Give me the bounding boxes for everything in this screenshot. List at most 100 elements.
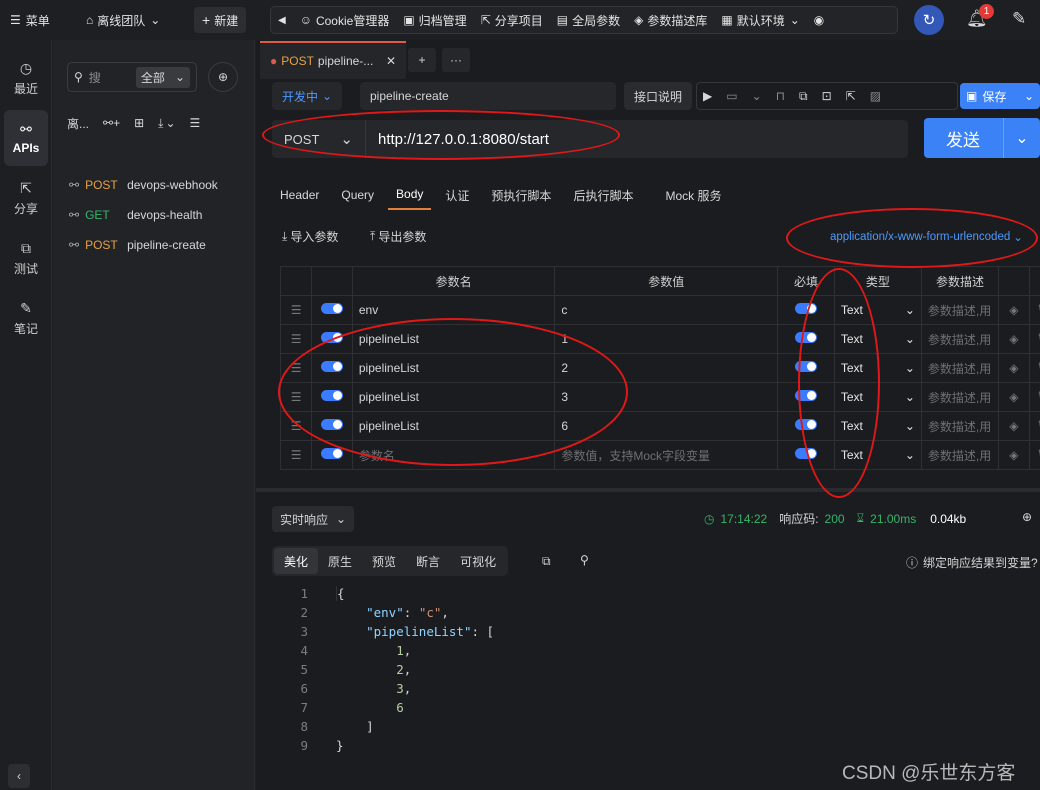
- enable-toggle[interactable]: [321, 332, 344, 343]
- panel-splitter[interactable]: [256, 488, 1040, 492]
- required-toggle[interactable]: [794, 361, 817, 372]
- tab-pipeline-create[interactable]: ● POST pipeline-... ✕: [260, 41, 406, 79]
- import-icon[interactable]: ⤓: [158, 116, 163, 131]
- drag-handle-icon[interactable]: ☰: [279, 324, 313, 354]
- sync-button[interactable]: ↻: [914, 5, 944, 35]
- tab-pre-script[interactable]: 预执行脚本: [483, 180, 559, 210]
- required-toggle[interactable]: [794, 448, 817, 459]
- type-selector[interactable]: Text ⌄: [833, 324, 922, 354]
- param-name-cell[interactable]: env: [351, 295, 556, 325]
- param-name-cell[interactable]: pipelineList: [351, 411, 556, 441]
- type-selector[interactable]: Text ⌄: [833, 440, 922, 470]
- bind-response-button[interactable]: ⓘ 绑定响应结果到变量?: [906, 554, 1038, 571]
- type-selector[interactable]: Text ⌄: [833, 295, 922, 325]
- param-desc-library-button[interactable]: ◈ 参数描述库: [627, 7, 714, 33]
- play-icon[interactable]: ▶: [703, 89, 712, 103]
- rail-item-recent[interactable]: ◷ 最近: [4, 50, 48, 106]
- snapshot-icon[interactable]: ▨: [870, 89, 881, 103]
- notification-button[interactable]: 🔔︎ 1: [966, 4, 994, 29]
- list-indent-icon[interactable]: ☰: [190, 116, 201, 130]
- export-icon[interactable]: ⇱: [846, 89, 856, 103]
- project-label[interactable]: 离...: [67, 115, 89, 132]
- trash-icon[interactable]: 🗑︎: [1028, 440, 1040, 470]
- notes-icon[interactable]: ✎: [1012, 9, 1026, 29]
- copy-icon[interactable]: ⧉: [799, 89, 808, 104]
- type-selector[interactable]: Text ⌄: [833, 382, 922, 412]
- add-api-icon[interactable]: ⚯+: [103, 116, 120, 130]
- search-input[interactable]: 搜: [89, 69, 113, 86]
- tab-query[interactable]: Query: [333, 180, 382, 210]
- collapse-left-icon[interactable]: ◀: [271, 7, 293, 33]
- drag-handle-icon[interactable]: ☰: [279, 382, 313, 412]
- enable-toggle[interactable]: [321, 448, 344, 459]
- param-desc-cell[interactable]: 参数描述,用: [920, 295, 1000, 325]
- param-value-cell[interactable]: 6: [554, 411, 779, 441]
- trash-icon[interactable]: 🗑︎: [1028, 324, 1040, 354]
- code-icon[interactable]: ⊡: [822, 89, 832, 103]
- save-button[interactable]: ▣ 保存 ⌄: [960, 83, 1040, 109]
- required-toggle[interactable]: [794, 303, 817, 314]
- param-desc-cell[interactable]: 参数描述,用: [920, 382, 1000, 412]
- team-selector[interactable]: ⌂ 离线团队 ⌄: [78, 7, 168, 33]
- required-toggle[interactable]: [794, 332, 817, 343]
- more-tabs-button[interactable]: ···: [442, 48, 470, 72]
- param-desc-cell[interactable]: 参数描述,用: [920, 440, 1000, 470]
- param-value-cell[interactable]: 1: [554, 324, 779, 354]
- drag-handle-icon[interactable]: ☰: [279, 440, 313, 470]
- param-name-cell[interactable]: 参数名: [351, 440, 556, 470]
- drag-handle-icon[interactable]: ☰: [279, 295, 313, 325]
- cube-icon[interactable]: ◈: [998, 324, 1030, 354]
- tab-raw[interactable]: 原生: [318, 548, 362, 574]
- type-selector[interactable]: Text ⌄: [833, 353, 922, 383]
- tab-body[interactable]: Body: [388, 180, 432, 210]
- content-type-selector[interactable]: application/x-www-form-urlencoded ⌄: [830, 230, 1023, 244]
- global-params-button[interactable]: ▤ 全局参数: [550, 7, 627, 33]
- api-name-input[interactable]: pipeline-create: [360, 82, 616, 110]
- import-params-button[interactable]: ⤓ 导入参数: [282, 228, 338, 245]
- tab-header[interactable]: Header: [272, 180, 327, 210]
- enable-toggle[interactable]: [321, 419, 344, 430]
- rail-item-apis[interactable]: ⚯ APIs: [4, 110, 48, 166]
- type-selector[interactable]: Text ⌄: [833, 411, 922, 441]
- rail-item-test[interactable]: ⧉ 测试: [4, 230, 48, 286]
- close-icon[interactable]: ✕: [386, 54, 396, 68]
- rail-item-share[interactable]: ⇱ 分享: [4, 170, 48, 226]
- list-item[interactable]: ⚯ POST pipeline-create: [53, 230, 253, 260]
- menu-button[interactable]: ☰ 菜单: [2, 7, 58, 33]
- param-value-cell[interactable]: 3: [554, 382, 779, 412]
- trash-icon[interactable]: 🗑︎: [1028, 382, 1040, 412]
- copy-icon[interactable]: ⧉: [542, 554, 551, 569]
- new-button[interactable]: + 新建: [194, 7, 247, 33]
- share-project-button[interactable]: ⇱ 分享项目: [474, 7, 550, 33]
- chevron-down-icon[interactable]: ⌄: [752, 89, 762, 103]
- tab-pretty[interactable]: 美化: [274, 548, 319, 574]
- cube-icon[interactable]: ◈: [998, 295, 1030, 325]
- tab-preview[interactable]: 预览: [362, 548, 406, 574]
- url-input[interactable]: http://127.0.0.1:8080/start: [366, 131, 549, 148]
- filter-dropdown[interactable]: 全部 ⌄: [135, 66, 190, 88]
- cube-icon[interactable]: ◈: [998, 353, 1030, 383]
- trash-icon[interactable]: 🗑︎: [1028, 353, 1040, 383]
- collapse-sidebar-button[interactable]: ‹: [8, 764, 30, 788]
- param-desc-cell[interactable]: 参数描述,用: [920, 353, 1000, 383]
- send-button[interactable]: 发送 ⌄: [924, 118, 1040, 158]
- response-mode-selector[interactable]: 实时响应 ⌄: [272, 506, 355, 532]
- chevron-down-icon[interactable]: ⌄: [1004, 128, 1040, 148]
- drag-handle-icon[interactable]: ☰: [279, 353, 313, 383]
- doc-icon[interactable]: ▭: [726, 89, 737, 103]
- drag-handle-icon[interactable]: ☰: [279, 411, 313, 441]
- tab-visualize[interactable]: 可视化: [450, 548, 506, 574]
- param-name-cell[interactable]: pipelineList: [351, 382, 556, 412]
- enable-toggle[interactable]: [321, 390, 344, 401]
- globe-icon[interactable]: ⊕: [1022, 510, 1032, 524]
- param-desc-cell[interactable]: 参数描述,用: [920, 324, 1000, 354]
- export-params-button[interactable]: ⤒ 导出参数: [370, 228, 426, 245]
- enable-toggle[interactable]: [321, 303, 344, 314]
- enable-toggle[interactable]: [321, 361, 344, 372]
- tab-assert[interactable]: 断言: [406, 548, 450, 574]
- param-desc-cell[interactable]: 参数描述,用: [920, 411, 1000, 441]
- required-toggle[interactable]: [794, 419, 817, 430]
- env-selector[interactable]: 开发中 ⌄: [272, 82, 343, 110]
- locate-button[interactable]: ⊕: [208, 62, 238, 92]
- environment-selector[interactable]: ▦ 默认环境 ⌄: [714, 7, 806, 33]
